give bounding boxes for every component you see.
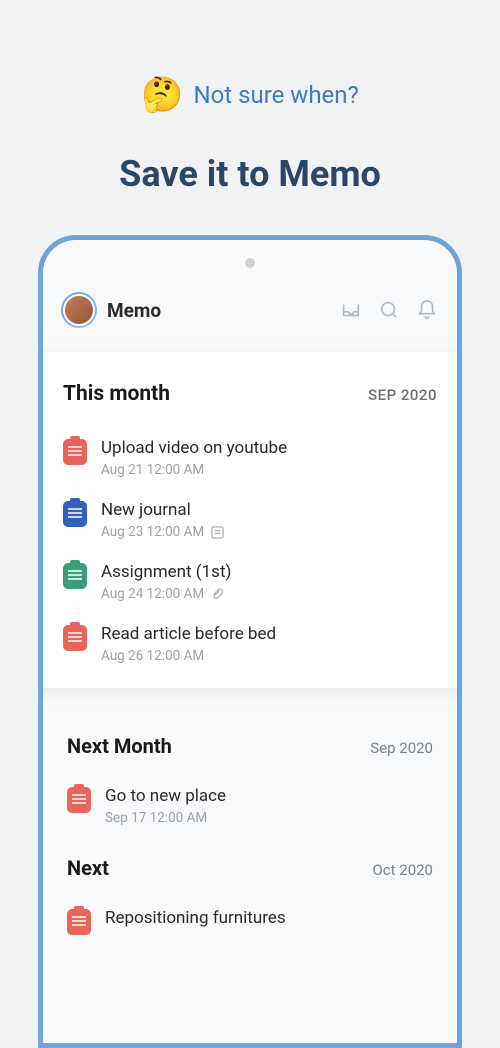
promo-line1-text: Not sure when? bbox=[193, 81, 358, 109]
promo-headline: Save it to Memo bbox=[0, 153, 500, 195]
note-icon bbox=[210, 525, 225, 540]
clipboard-icon bbox=[63, 563, 87, 589]
task-title: Read article before bed bbox=[101, 624, 437, 644]
task-time: Aug 24 12:00 AM bbox=[101, 586, 437, 602]
task-content: Read article before bed Aug 26 12:00 AM bbox=[101, 624, 437, 664]
attachment-icon bbox=[210, 587, 225, 602]
app-title: Memo bbox=[107, 299, 339, 322]
task-title: Repositioning furnitures bbox=[105, 908, 433, 928]
task-item[interactable]: Assignment (1st) Aug 24 12:00 AM bbox=[63, 562, 437, 602]
section-title: Next Month bbox=[67, 734, 172, 758]
clipboard-icon bbox=[63, 439, 87, 465]
section-title: Next bbox=[67, 856, 109, 880]
promo-tagline: 🤔 Not sure when? bbox=[0, 75, 500, 115]
task-title: Upload video on youtube bbox=[101, 438, 437, 458]
task-title: Go to new place bbox=[105, 786, 433, 806]
task-content: Repositioning furnitures bbox=[105, 908, 433, 928]
next-section: Next Oct 2020 Repositioning furnitures bbox=[47, 826, 453, 935]
search-icon[interactable] bbox=[377, 298, 401, 322]
section-header: Next Month Sep 2020 bbox=[67, 734, 433, 758]
topbar-actions bbox=[339, 298, 439, 322]
task-item[interactable]: Go to new place Sep 17 12:00 AM bbox=[67, 786, 433, 826]
phone-frame: Memo This month SEP 2020 bbox=[38, 235, 462, 1048]
phone-camera-dot bbox=[245, 258, 255, 268]
next-month-section: Next Month Sep 2020 Go to new place Sep … bbox=[47, 688, 453, 826]
section-date: Oct 2020 bbox=[372, 861, 433, 879]
card-header: This month SEP 2020 bbox=[63, 382, 437, 406]
promo-header: 🤔 Not sure when? Save it to Memo bbox=[0, 0, 500, 195]
task-content: Upload video on youtube Aug 21 12:00 AM bbox=[101, 438, 437, 478]
task-item[interactable]: Read article before bed Aug 26 12:00 AM bbox=[63, 624, 437, 664]
task-item[interactable]: New journal Aug 23 12:00 AM bbox=[63, 500, 437, 540]
task-content: Assignment (1st) Aug 24 12:00 AM bbox=[101, 562, 437, 602]
inbox-icon[interactable] bbox=[339, 298, 363, 322]
clipboard-icon bbox=[63, 501, 87, 527]
task-time: Aug 21 12:00 AM bbox=[101, 462, 437, 478]
clipboard-icon bbox=[63, 625, 87, 651]
avatar[interactable] bbox=[61, 292, 97, 328]
task-item[interactable]: Upload video on youtube Aug 21 12:00 AM bbox=[63, 438, 437, 478]
task-content: New journal Aug 23 12:00 AM bbox=[101, 500, 437, 540]
section-header: Next Oct 2020 bbox=[67, 856, 433, 880]
thinking-emoji-icon: 🤔 bbox=[141, 75, 183, 115]
topbar: Memo bbox=[43, 278, 457, 352]
task-time: Aug 26 12:00 AM bbox=[101, 648, 437, 664]
card-date: SEP 2020 bbox=[368, 386, 437, 404]
task-title: Assignment (1st) bbox=[101, 562, 437, 582]
bell-icon[interactable] bbox=[415, 298, 439, 322]
clipboard-icon bbox=[67, 909, 91, 935]
task-time: Sep 17 12:00 AM bbox=[105, 810, 433, 826]
clipboard-icon bbox=[67, 787, 91, 813]
this-month-card: This month SEP 2020 Upload video on yout… bbox=[38, 352, 462, 688]
card-title: This month bbox=[63, 382, 170, 406]
avatar-image bbox=[63, 294, 95, 326]
section-date: Sep 2020 bbox=[370, 739, 433, 757]
task-content: Go to new place Sep 17 12:00 AM bbox=[105, 786, 433, 826]
task-title: New journal bbox=[101, 500, 437, 520]
task-time: Aug 23 12:00 AM bbox=[101, 524, 437, 540]
task-item[interactable]: Repositioning furnitures bbox=[67, 908, 433, 935]
